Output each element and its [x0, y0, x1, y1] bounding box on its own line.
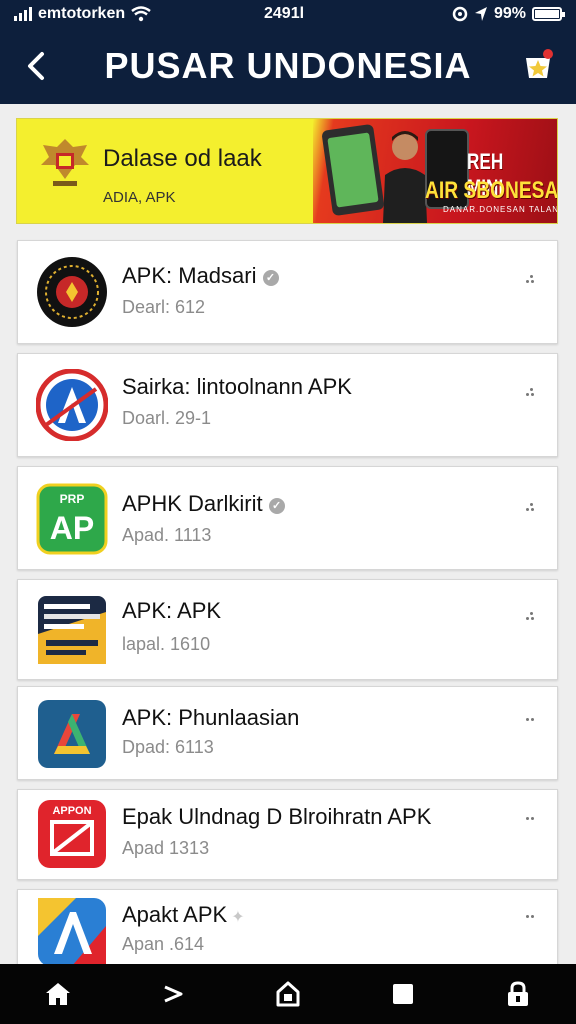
garuda-emblem-icon — [37, 257, 107, 327]
more-dots-icon — [526, 503, 534, 511]
square-icon — [393, 984, 414, 1004]
house-outline-icon — [276, 981, 300, 1007]
status-bar: emtotorken 2491l 99% — [0, 0, 576, 28]
ap-green-icon: PRP AP — [36, 483, 108, 555]
status-right: 99% — [452, 5, 565, 23]
status-left: emtotorken — [14, 5, 151, 23]
battery-fill — [535, 10, 559, 18]
list-item[interactable]: APK: APK lapal. 1610 — [17, 579, 558, 680]
app-meta: Apad 1313 — [122, 838, 210, 858]
app-name: Sairka: lintoolnann APK — [122, 374, 352, 399]
more-button[interactable] — [519, 380, 541, 404]
app-name: Epak Ulndnag D Blroihratn APK — [122, 804, 432, 829]
nav-back-button[interactable] — [149, 970, 197, 1018]
nav-house-button[interactable] — [264, 970, 312, 1018]
more-button[interactable] — [519, 707, 541, 731]
more-dots-icon — [526, 388, 534, 396]
more-dots-icon — [526, 275, 534, 283]
back-arrow-icon — [164, 985, 183, 1003]
app-meta: Apan .614 — [122, 934, 205, 954]
letter-a-gradient-icon — [38, 898, 106, 966]
more-button[interactable] — [519, 267, 541, 291]
status-time: 2491l — [264, 5, 305, 22]
list-item[interactable]: Sairka: lintoolnann APK Doarl. 29-1 — [17, 353, 558, 457]
page-title: PUSAR UNDONESIA — [104, 45, 472, 86]
back-button[interactable] — [18, 46, 54, 86]
letter-a-blue-icon — [38, 700, 106, 768]
app-meta: Apad. 1113 — [122, 525, 212, 545]
garuda-emblem-icon — [41, 139, 89, 186]
app-name: APK: Madsari ✓ — [122, 263, 279, 289]
nav-recents-button[interactable] — [379, 970, 427, 1018]
promo-banner[interactable]: Dalase od laak ADIA, APK REH MINI AIR SB… — [16, 118, 558, 224]
verified-badge-icon: ✓ — [268, 498, 285, 514]
list-item[interactable]: APK: Phunlaasian Dpad: 6113 — [17, 686, 558, 780]
svg-text:APPON: APPON — [52, 805, 91, 817]
signal-icon — [14, 7, 32, 21]
nav-lock-button[interactable] — [494, 970, 542, 1018]
svg-text:PRP: PRP — [60, 492, 85, 506]
poster-icon — [38, 596, 106, 664]
app-meta: Dearl: 612 — [122, 297, 206, 317]
list-item[interactable]: APPON Epak Ulndnag D Blroihratn APK Apad… — [17, 789, 558, 880]
location-icon — [474, 7, 487, 21]
favorites-button[interactable] — [516, 42, 560, 86]
more-dots-icon — [526, 715, 534, 723]
more-dots-icon — [526, 612, 534, 620]
app-name: APHK Darlkirit ✓ — [122, 491, 285, 517]
sync-icon — [452, 6, 468, 22]
battery-icon — [532, 7, 565, 21]
sparkle-icon: ✦ — [231, 909, 245, 926]
letter-a-circle-icon — [36, 369, 108, 441]
list-item[interactable]: APK: Madsari ✓ Dearl: 612 — [17, 240, 558, 344]
banner-subtitle: ADIA, APK — [103, 189, 176, 206]
verified-badge-icon: ✓ — [262, 270, 279, 286]
more-button[interactable] — [519, 604, 541, 628]
banner-promo-area: REH MINI AIR SBONESAE DANAR.DONESAN TALA… — [313, 119, 558, 223]
svg-text:AP: AP — [50, 510, 94, 546]
battery-percent: 99% — [493, 5, 526, 22]
nav-home-button[interactable] — [34, 970, 82, 1018]
bottom-nav — [0, 964, 576, 1024]
appon-red-icon: APPON — [38, 800, 106, 868]
banner-promo-line2: AIR SBONESAE — [425, 177, 558, 204]
home-icon — [45, 983, 70, 1005]
banner-title: Dalase od laak — [103, 145, 262, 172]
more-button[interactable] — [519, 495, 541, 519]
more-button[interactable] — [519, 904, 541, 928]
more-dots-icon — [526, 912, 534, 920]
app-meta: Dpad: 6113 — [122, 737, 214, 757]
badge-star-icon — [526, 49, 553, 78]
app-meta: Doarl. 29-1 — [122, 408, 212, 428]
banner-fine-print: DANAR.DONESAN TALAN BDENNES — [443, 205, 558, 214]
wifi-icon — [131, 6, 151, 22]
lock-icon — [508, 981, 529, 1006]
app-name: APK: APK — [122, 598, 222, 623]
list-item[interactable]: PRP AP APHK Darlkirit ✓ Apad. 1113 — [17, 466, 558, 570]
app-name: Apakt APK ✦ — [122, 902, 245, 927]
app-meta: lapal. 1610 — [122, 634, 211, 654]
more-dots-icon — [526, 814, 534, 822]
carrier-label: emtotorken — [38, 5, 126, 22]
app-header: PUSAR UNDONESIA — [0, 28, 576, 104]
app-name: APK: Phunlaasian — [122, 705, 300, 730]
more-button[interactable] — [519, 806, 541, 830]
chevron-left-icon — [28, 52, 44, 80]
